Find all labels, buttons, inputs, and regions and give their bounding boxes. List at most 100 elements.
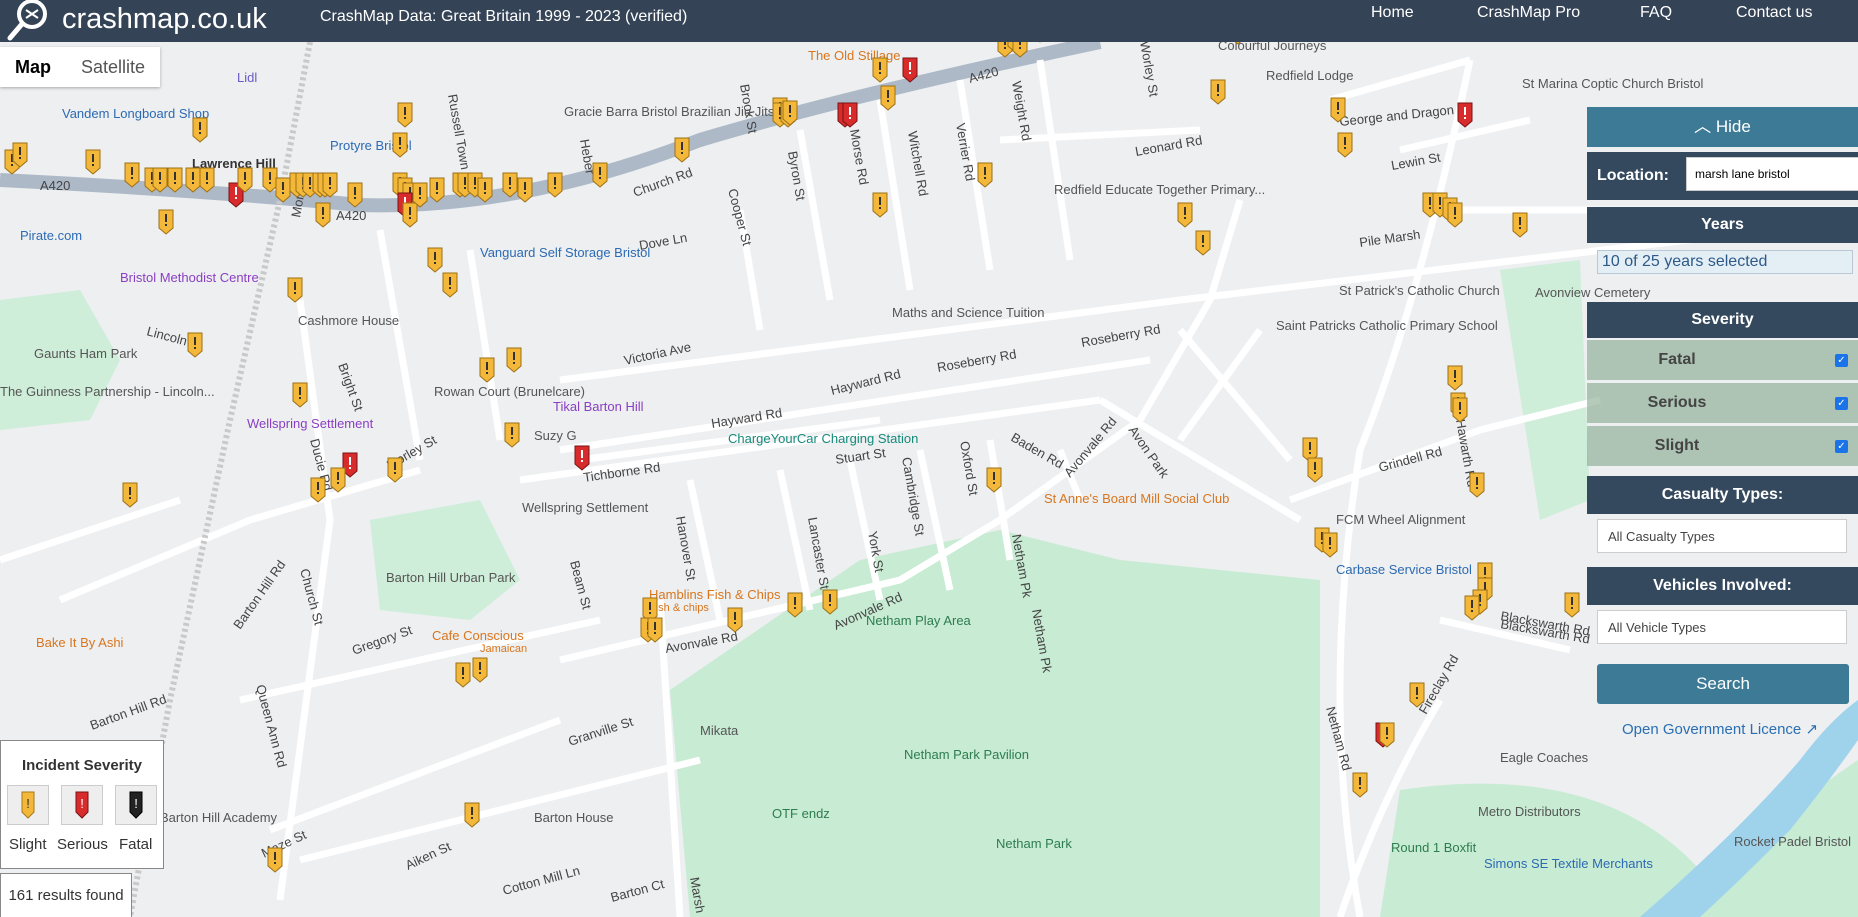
search-button[interactable]: Search: [1597, 664, 1849, 704]
slight-incident-marker[interactable]: [267, 847, 283, 873]
slight-incident-marker[interactable]: [397, 102, 413, 128]
slight-incident-marker[interactable]: [1352, 772, 1368, 798]
slight-incident-marker[interactable]: [427, 247, 443, 273]
slight-incident-marker[interactable]: [727, 607, 743, 633]
slight-incident-marker[interactable]: [1177, 202, 1193, 228]
nav-home[interactable]: Home: [1371, 4, 1414, 22]
poi-label: Cafe Conscious: [432, 628, 524, 643]
slight-incident-marker[interactable]: [275, 177, 291, 203]
slight-incident-marker[interactable]: [287, 277, 303, 303]
slight-incident-marker[interactable]: [517, 177, 533, 203]
slight-incident-marker[interactable]: [330, 467, 346, 493]
poi-label: Netham Park: [996, 836, 1072, 851]
slight-incident-marker[interactable]: [387, 457, 403, 483]
slight-incident-marker[interactable]: [1464, 595, 1480, 621]
nav-faq[interactable]: FAQ: [1640, 4, 1672, 22]
slight-incident-marker[interactable]: [315, 202, 331, 228]
slight-incident-marker[interactable]: [412, 182, 428, 208]
slight-incident-marker[interactable]: [1469, 472, 1485, 498]
slight-incident-marker[interactable]: [158, 209, 174, 235]
site-logo[interactable]: crashmap.co.uk: [6, 0, 267, 42]
slight-incident-marker[interactable]: [124, 162, 140, 188]
slight-incident-marker[interactable]: [310, 477, 326, 503]
slight-incident-marker[interactable]: [1379, 722, 1395, 748]
slight-incident-marker[interactable]: [1409, 682, 1425, 708]
slight-incident-marker[interactable]: [872, 57, 888, 83]
slight-incident-marker[interactable]: [477, 177, 493, 203]
severity-slight-row[interactable]: Slight ✓: [1587, 426, 1858, 466]
slight-incident-marker[interactable]: [872, 192, 888, 218]
slight-incident-marker[interactable]: [187, 332, 203, 358]
slight-incident-marker[interactable]: [122, 482, 138, 508]
slight-incident-marker[interactable]: [442, 272, 458, 298]
slight-incident-marker[interactable]: [472, 657, 488, 683]
slight-incident-marker[interactable]: [322, 172, 338, 198]
slight-incident-marker[interactable]: [880, 85, 896, 111]
slight-incident-marker[interactable]: [479, 357, 495, 383]
slight-incident-marker[interactable]: [547, 172, 563, 198]
slight-incident-marker[interactable]: [782, 100, 798, 126]
poi-label: Simons SE Textile Merchants: [1484, 856, 1653, 871]
slight-incident-marker[interactable]: [1452, 397, 1468, 423]
slight-incident-marker[interactable]: [1322, 532, 1338, 558]
slight-incident-marker[interactable]: [1447, 202, 1463, 228]
slight-incident-marker[interactable]: [347, 182, 363, 208]
slight-incident-marker[interactable]: [986, 467, 1002, 493]
slight-incident-marker[interactable]: [1564, 592, 1580, 618]
slight-incident-marker[interactable]: [464, 802, 480, 828]
slight-incident-marker[interactable]: [787, 592, 803, 618]
slight-incident-marker[interactable]: [429, 177, 445, 203]
slight-incident-marker[interactable]: [674, 137, 690, 163]
hide-panel-button[interactable]: ︿ Hide: [1587, 107, 1858, 147]
slight-incident-marker[interactable]: [1307, 457, 1323, 483]
slight-incident-marker[interactable]: [592, 162, 608, 188]
nav-contact-us[interactable]: Contact us: [1736, 4, 1812, 22]
casualty-type-select[interactable]: All Casualty Types: [1597, 519, 1847, 553]
slight-incident-marker[interactable]: [12, 142, 28, 168]
slight-incident-marker[interactable]: [1330, 97, 1346, 123]
map-canvas[interactable]: A420 A420 A420 Church Rd Victoria Ave Ha…: [0, 42, 1858, 917]
slight-incident-marker[interactable]: [1447, 365, 1463, 391]
slight-incident-marker[interactable]: [392, 132, 408, 158]
satellite-button[interactable]: Satellite: [66, 47, 160, 87]
slight-incident-marker[interactable]: [1195, 230, 1211, 256]
slight-incident-marker[interactable]: [199, 167, 215, 193]
slight-incident-marker[interactable]: [237, 167, 253, 193]
slight-incident-marker[interactable]: [402, 202, 418, 228]
severity-fatal-row[interactable]: Fatal ✓: [1587, 340, 1858, 380]
severity-slight-checkbox[interactable]: ✓: [1835, 440, 1848, 453]
legend-title: Incident Severity: [21, 757, 143, 774]
slight-incident-marker[interactable]: [185, 167, 201, 193]
severity-fatal-checkbox[interactable]: ✓: [1835, 354, 1848, 367]
slight-incident-marker[interactable]: [502, 172, 518, 198]
nav-crashmap-pro[interactable]: CrashMap Pro: [1477, 4, 1580, 22]
slight-incident-marker[interactable]: [85, 149, 101, 175]
slight-incident-marker[interactable]: [506, 347, 522, 373]
severity-serious-checkbox[interactable]: ✓: [1835, 397, 1848, 410]
serious-incident-marker[interactable]: [902, 57, 918, 83]
slight-incident-marker[interactable]: [1337, 132, 1353, 158]
slight-incident-marker[interactable]: [192, 117, 208, 143]
map-button[interactable]: Map: [0, 47, 66, 87]
poi-label: Netham Play Area: [866, 613, 972, 628]
severity-serious-row[interactable]: Serious ✓: [1587, 383, 1858, 423]
slight-incident-marker[interactable]: [647, 617, 663, 643]
vehicle-type-select[interactable]: All Vehicle Types: [1597, 610, 1847, 644]
serious-incident-marker[interactable]: [842, 102, 858, 128]
slight-incident-marker[interactable]: [167, 167, 183, 193]
slight-incident-marker[interactable]: [292, 382, 308, 408]
slight-incident-marker[interactable]: [1210, 79, 1226, 105]
slight-incident-marker[interactable]: [1512, 212, 1528, 238]
years-selector[interactable]: 10 of 25 years selected: [1597, 250, 1853, 274]
location-input[interactable]: [1686, 157, 1858, 191]
licence-link[interactable]: Open Government Licence ↗: [1622, 720, 1818, 738]
slight-incident-marker[interactable]: [504, 422, 520, 448]
serious-incident-marker[interactable]: [574, 445, 590, 471]
serious-incident-marker[interactable]: [1457, 102, 1473, 128]
slight-incident-marker[interactable]: [822, 589, 838, 615]
slight-incident-marker[interactable]: [262, 167, 278, 193]
slight-incident-marker[interactable]: [977, 162, 993, 188]
slight-incident-marker[interactable]: [152, 167, 168, 193]
svg-text:!: !: [134, 796, 138, 811]
slight-incident-marker[interactable]: [455, 662, 471, 688]
